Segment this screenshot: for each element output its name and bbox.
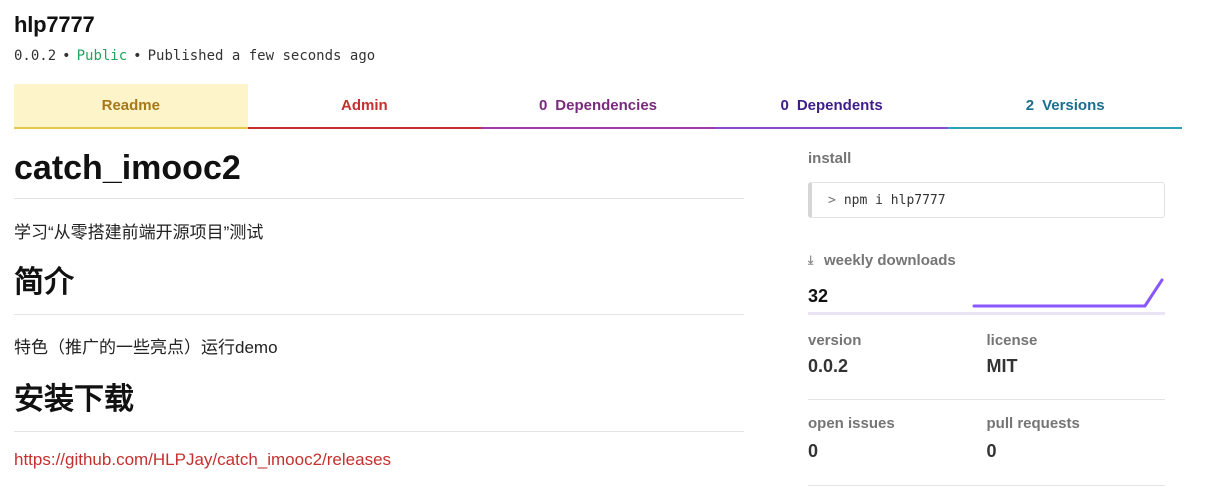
stats-row: open issues 0 pull requests 0 — [808, 400, 1165, 486]
weekly-downloads: ⤓ weekly downloads 32 — [808, 252, 1165, 315]
weekly-downloads-count: 32 — [808, 286, 829, 306]
prompt-icon: > — [828, 192, 836, 208]
package-meta: 0.0.2 • Public • Published a few seconds ago — [14, 48, 375, 64]
stat-license: license MIT — [987, 328, 1166, 399]
section-heading-download: 安装下载 — [14, 375, 744, 432]
package-tabs: Readme Admin 0 Dependencies 0 Dependents 2… — [14, 84, 1182, 129]
package-name: hlp7777 — [14, 12, 95, 37]
readme-content: catch_imooc2 学习“从零搭建前端开源项目”测试 简介 特色（推广的一… — [14, 142, 744, 470]
stat-value: 0.0.2 — [808, 356, 849, 376]
sparkline-path — [972, 278, 1164, 308]
readme-description: 学习“从零搭建前端开源项目”测试 — [14, 223, 264, 242]
section-text-intro: 特色（推广的一些亮点）运行demo — [14, 338, 278, 357]
readme-title: catch_imooc2 — [14, 142, 744, 199]
stat-label: open issues — [808, 415, 895, 432]
stat-label: license — [986, 332, 1038, 349]
tab-label: Admin — [341, 97, 388, 114]
tab-admin[interactable]: Admin — [247, 84, 482, 129]
tab-count: 2 — [1025, 97, 1035, 114]
meta-separator: • — [62, 48, 71, 64]
stat-open-issues[interactable]: open issues 0 — [808, 400, 987, 485]
section-heading-intro: 简介 — [14, 258, 744, 315]
tab-label: Dependencies — [555, 97, 658, 114]
weekly-downloads-label: weekly downloads — [824, 252, 956, 269]
package-visibility: Public — [76, 48, 128, 64]
weekly-downloads-header: ⤓ weekly downloads — [808, 252, 1165, 269]
package-sidebar: install > npm i hlp7777 ⤓ weekly downloa… — [808, 150, 1165, 486]
tab-readme[interactable]: Readme — [14, 84, 248, 129]
tab-dependents[interactable]: 0 Dependents — [714, 84, 949, 129]
tab-label: Dependents — [796, 97, 883, 114]
meta-separator: • — [133, 48, 142, 64]
install-command-box[interactable]: > npm i hlp7777 — [808, 182, 1165, 218]
tab-label: Versions — [1042, 97, 1105, 114]
tab-dependencies[interactable]: 0 Dependencies — [481, 84, 715, 129]
stat-version: version 0.0.2 — [808, 328, 987, 399]
tab-count: 0 — [538, 97, 548, 114]
releases-link[interactable]: https://github.com/HLPJay/catch_imooc2/r… — [14, 432, 744, 470]
download-arrow-icon: ⤓ — [808, 253, 814, 267]
stat-value: MIT — [986, 356, 1018, 376]
tab-count: 0 — [780, 97, 789, 114]
stat-label: version — [808, 332, 862, 349]
stat-label: pull requests — [986, 415, 1080, 432]
tab-versions[interactable]: 2 Versions — [948, 84, 1182, 129]
sparkline-baseline — [808, 312, 1165, 315]
stat-value: 0 — [986, 441, 997, 461]
stat-pull-requests[interactable]: pull requests 0 — [987, 400, 1166, 485]
package-version: 0.0.2 — [14, 48, 57, 64]
install-label: install — [808, 150, 852, 167]
published-time: Published a few seconds ago — [147, 48, 376, 64]
package-stats: version 0.0.2 license MIT open issues 0 … — [808, 328, 1165, 486]
stats-row: version 0.0.2 license MIT — [808, 328, 1165, 400]
downloads-sparkline[interactable] — [972, 272, 1166, 316]
tab-label: Readme — [101, 97, 160, 114]
install-command: npm i hlp7777 — [843, 192, 946, 208]
stat-value: 0 — [808, 441, 819, 461]
